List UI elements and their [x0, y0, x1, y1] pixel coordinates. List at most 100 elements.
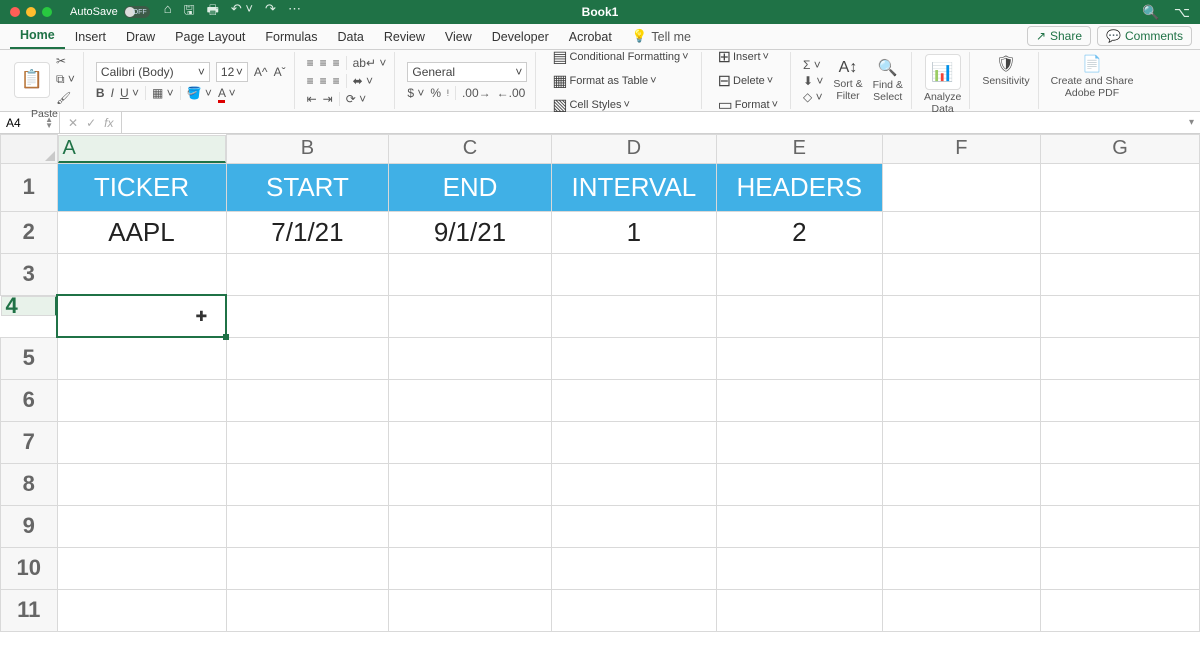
cell-C4[interactable] [389, 295, 551, 337]
name-box[interactable]: A4 ▲▼ [0, 112, 60, 133]
home-icon[interactable]: ⌂ [164, 1, 172, 23]
cell-F6[interactable] [882, 379, 1041, 421]
cell-D4[interactable] [551, 295, 716, 337]
cell-G8[interactable] [1041, 463, 1200, 505]
fx-icon[interactable]: fx [104, 116, 113, 130]
cell-B5[interactable] [226, 337, 389, 379]
tab-insert[interactable]: Insert [65, 25, 116, 49]
cell-G4[interactable] [1041, 295, 1200, 337]
row-header-2[interactable]: 2 [1, 211, 58, 253]
cell-D3[interactable] [551, 253, 716, 295]
close-window-button[interactable] [10, 7, 20, 17]
cell-F3[interactable] [882, 253, 1041, 295]
increase-indent-icon[interactable]: ⇥ [323, 92, 333, 106]
copy-icon[interactable]: ⧉ ˅ [56, 72, 75, 87]
tell-me[interactable]: 💡 Tell me [622, 24, 701, 49]
row-header-1[interactable]: 1 [1, 163, 58, 211]
cell-D6[interactable] [551, 379, 716, 421]
cell-E8[interactable] [717, 463, 882, 505]
bold-button[interactable]: B [96, 86, 105, 100]
cell-A8[interactable] [57, 463, 226, 505]
font-name-select[interactable]: Calibri (Body)˅ [96, 62, 210, 82]
row-header-4[interactable]: 4 [1, 296, 57, 316]
cell-B6[interactable] [226, 379, 389, 421]
print-icon[interactable]: 🖶 [207, 1, 219, 23]
cell-C8[interactable] [389, 463, 551, 505]
cell-F4[interactable] [882, 295, 1041, 337]
col-header-G[interactable]: G [1041, 135, 1200, 164]
autosave-toggle[interactable]: AutoSave OFF [70, 6, 150, 18]
cell-A10[interactable] [57, 547, 226, 589]
cell-E7[interactable] [717, 421, 882, 463]
analyze-data-button[interactable]: 📊 Analyze Data [924, 54, 961, 115]
tab-view[interactable]: View [435, 25, 482, 49]
align-middle-icon[interactable]: ≡ [320, 56, 327, 70]
cell-A7[interactable] [57, 421, 226, 463]
expand-formula-bar-icon[interactable]: ▾ [1189, 117, 1194, 128]
cell-D5[interactable] [551, 337, 716, 379]
cell-A5[interactable] [57, 337, 226, 379]
cell-C10[interactable] [389, 547, 551, 589]
cell-F8[interactable] [882, 463, 1041, 505]
col-header-A[interactable]: A [58, 135, 226, 163]
toggle-switch[interactable]: OFF [124, 6, 150, 18]
fill-color-button[interactable]: 🪣 ˅ [187, 86, 212, 100]
cell-C1[interactable]: END [389, 163, 551, 211]
align-left-icon[interactable]: ≡ [307, 74, 314, 88]
orientation-button[interactable]: ⟳ ˅ [346, 92, 366, 106]
search-icon[interactable]: 🔍 [1142, 4, 1159, 21]
underline-button[interactable]: U ˅ [120, 86, 139, 100]
cell-F7[interactable] [882, 421, 1041, 463]
tab-draw[interactable]: Draw [116, 25, 165, 49]
enter-icon[interactable]: ✓ [86, 116, 96, 130]
comma-button[interactable]: ᵎ [447, 86, 449, 100]
cell-B9[interactable] [226, 505, 389, 547]
cell-F10[interactable] [882, 547, 1041, 589]
row-header-9[interactable]: 9 [1, 505, 58, 547]
fill-button[interactable]: ⬇ ˅ [803, 74, 823, 88]
cell-D1[interactable]: INTERVAL [551, 163, 716, 211]
decrease-decimal-icon[interactable]: ←.00 [497, 86, 526, 100]
cell-B3[interactable] [226, 253, 389, 295]
row-header-10[interactable]: 10 [1, 547, 58, 589]
italic-button[interactable]: I [111, 86, 114, 100]
row-header-5[interactable]: 5 [1, 337, 58, 379]
cell-E1[interactable]: HEADERS [717, 163, 882, 211]
cell-G3[interactable] [1041, 253, 1200, 295]
cell-D9[interactable] [551, 505, 716, 547]
cell-F11[interactable] [882, 589, 1041, 631]
ribbon-options-icon[interactable]: ⌥ [1174, 4, 1190, 21]
undo-icon[interactable]: ↶ ˅ [231, 1, 253, 23]
share-button[interactable]: ↗ Share [1027, 26, 1091, 46]
cell-G6[interactable] [1041, 379, 1200, 421]
tab-formulas[interactable]: Formulas [255, 25, 327, 49]
paste-button[interactable]: 📋 [14, 62, 50, 98]
row-header-11[interactable]: 11 [1, 589, 58, 631]
cell-F5[interactable] [882, 337, 1041, 379]
cell-B8[interactable] [226, 463, 389, 505]
cell-E4[interactable] [717, 295, 882, 337]
row-header-3[interactable]: 3 [1, 253, 58, 295]
tab-page-layout[interactable]: Page Layout [165, 25, 255, 49]
format-painter-icon[interactable]: 🖌 [56, 91, 75, 105]
delete-cells-button[interactable]: ⊟Delete ˅ [714, 70, 782, 92]
col-header-E[interactable]: E [717, 135, 882, 164]
number-format-select[interactable]: General˅ [407, 62, 527, 82]
cell-B4[interactable] [226, 295, 389, 337]
cell-D10[interactable] [551, 547, 716, 589]
cell-F9[interactable] [882, 505, 1041, 547]
cell-C11[interactable] [389, 589, 551, 631]
col-header-D[interactable]: D [551, 135, 716, 164]
cell-E9[interactable] [717, 505, 882, 547]
cell-C2[interactable]: 9/1/21 [389, 211, 551, 253]
cell-A6[interactable] [57, 379, 226, 421]
tab-developer[interactable]: Developer [482, 25, 559, 49]
cell-A2[interactable]: AAPL [57, 211, 226, 253]
find-select-button[interactable]: 🔍 Find & Select [873, 58, 903, 103]
cell-G11[interactable] [1041, 589, 1200, 631]
cell-G7[interactable] [1041, 421, 1200, 463]
cell-A9[interactable] [57, 505, 226, 547]
format-as-table-button[interactable]: ▦Format as Table ˅ [548, 70, 692, 92]
cell-C3[interactable] [389, 253, 551, 295]
cell-E6[interactable] [717, 379, 882, 421]
